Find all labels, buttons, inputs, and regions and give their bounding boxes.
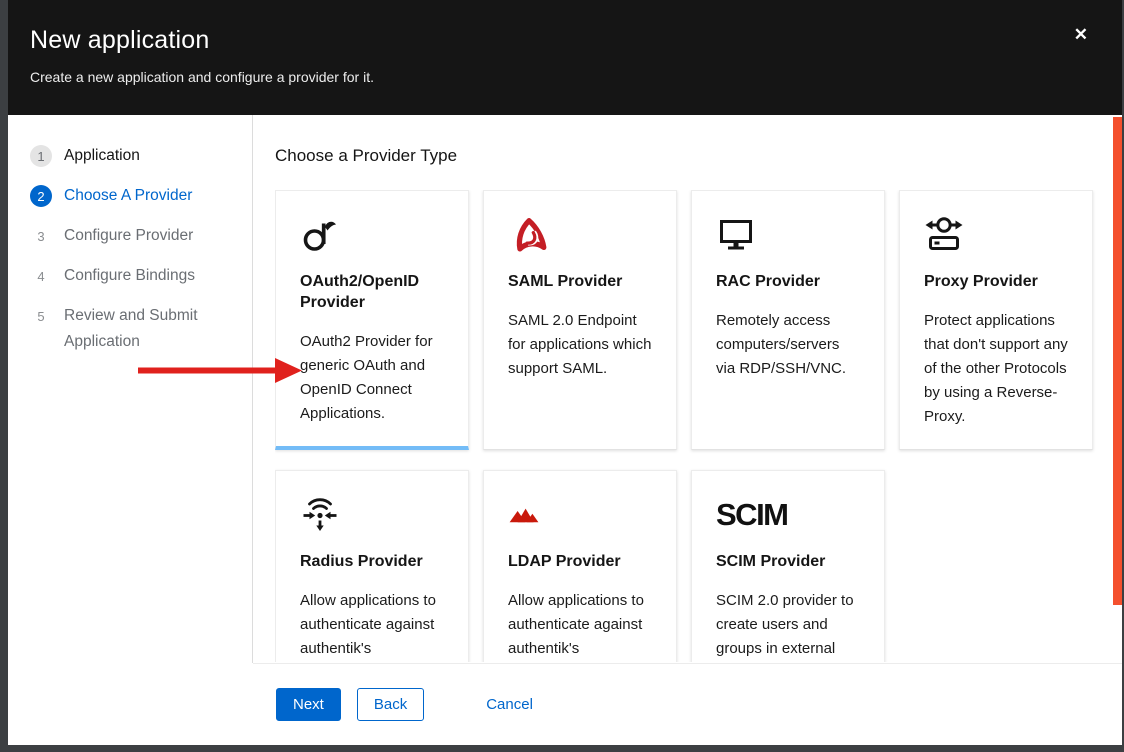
step-label: Configure Bindings [64,263,195,289]
provider-card-title: LDAP Provider [508,551,652,572]
provider-type-panel: Choose a Provider Type OAuth2/OpenID Pro… [253,115,1122,663]
step-number: 3 [30,225,52,247]
monitor-icon [716,215,860,255]
provider-card-ldap[interactable]: LDAP Provider Allow applications to auth… [483,470,677,662]
step-choose-a-provider[interactable]: 2 Choose A Provider [30,183,236,209]
step-configure-bindings[interactable]: 4 Configure Bindings [30,263,236,289]
ldap-mountains-icon [508,495,652,535]
wizard-footer: Next Back Cancel [8,663,1122,745]
radius-icon [300,495,444,535]
scim-logo-icon: SCIM [716,495,860,535]
wizard-body: 1 Application 2 Choose A Provider 3 Conf… [8,115,1122,663]
step-configure-provider[interactable]: 3 Configure Provider [30,223,236,249]
saml-logo-icon [508,215,652,255]
provider-card-scim[interactable]: SCIM SCIM Provider SCIM 2.0 provider to … [691,470,885,662]
close-icon[interactable]: ✕ [1074,26,1088,43]
openid-logo-icon [300,215,444,255]
provider-card-title: SCIM Provider [716,551,860,572]
back-button[interactable]: Back [357,688,424,721]
provider-card-title: RAC Provider [716,271,860,292]
page-subtitle: Create a new application and configure a… [30,69,1082,85]
step-label: Review and Submit Application [64,303,224,355]
scrollbar-thumb[interactable] [1113,117,1122,605]
provider-card-description: Remotely access computers/servers via RD… [716,309,860,381]
cancel-button[interactable]: Cancel [486,696,533,713]
provider-card-title: SAML Provider [508,271,652,292]
panel-heading: Choose a Provider Type [275,145,1122,167]
proxy-icon [924,215,1068,255]
step-label: Configure Provider [64,223,193,249]
provider-card-description: OAuth2 Provider for generic OAuth and Op… [300,330,444,426]
step-number: 5 [30,305,52,327]
scim-wordmark-text: SCIM [716,497,788,533]
provider-card-description: Protect applications that don't support … [924,309,1068,429]
provider-card-description: Allow applications to authenticate again… [300,589,444,661]
provider-card-grid: OAuth2/OpenID Provider OAuth2 Provider f… [275,190,1122,662]
wizard-steps-nav: 1 Application 2 Choose A Provider 3 Conf… [8,115,253,663]
provider-card-rac[interactable]: RAC Provider Remotely access computers/s… [691,190,885,450]
provider-card-description: SAML 2.0 Endpoint for applications which… [508,309,652,381]
provider-card-title: OAuth2/OpenID Provider [300,271,444,313]
step-application[interactable]: 1 Application [30,143,236,169]
step-number: 2 [30,185,52,207]
provider-card-oauth2-openid[interactable]: OAuth2/OpenID Provider OAuth2 Provider f… [275,190,469,450]
provider-card-title: Proxy Provider [924,271,1068,292]
page-title: New application [30,26,1082,55]
step-label: Application [64,143,140,169]
provider-card-description: Allow applications to authenticate again… [508,589,652,661]
wizard-header: New application Create a new application… [8,0,1122,115]
next-button[interactable]: Next [276,688,341,721]
provider-card-proxy[interactable]: Proxy Provider Protect applications that… [899,190,1093,450]
provider-card-title: Radius Provider [300,551,444,572]
step-number: 4 [30,265,52,287]
new-application-wizard-modal: New application Create a new application… [8,0,1122,745]
step-number: 1 [30,145,52,167]
step-review-and-submit[interactable]: 5 Review and Submit Application [30,303,236,355]
provider-card-description: SCIM 2.0 provider to create users and gr… [716,589,860,661]
provider-card-saml[interactable]: SAML Provider SAML 2.0 Endpoint for appl… [483,190,677,450]
provider-card-radius[interactable]: Radius Provider Allow applications to au… [275,470,469,662]
step-label: Choose A Provider [64,183,192,209]
